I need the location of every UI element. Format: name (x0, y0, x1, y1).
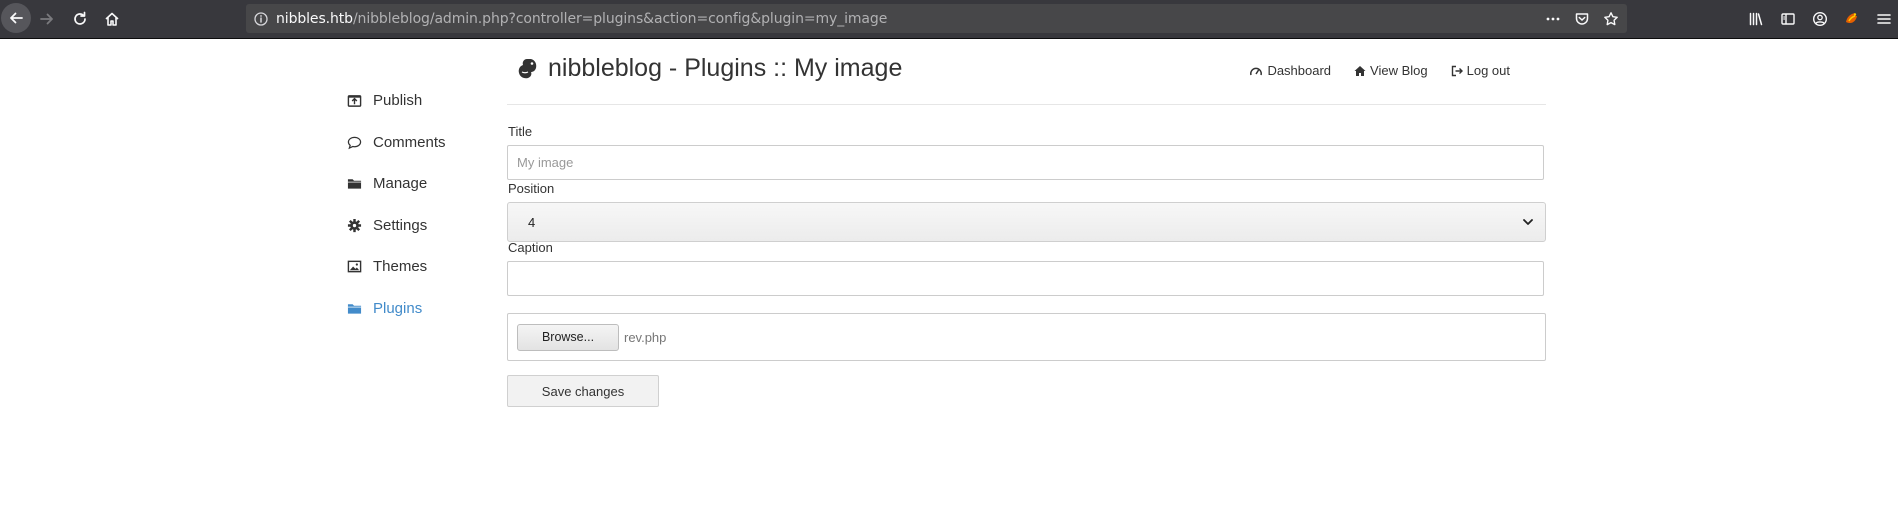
caption-input[interactable] (507, 261, 1544, 296)
main-content: nibbleblog - Plugins :: My image Dashboa… (507, 52, 1546, 407)
reload-icon (74, 11, 86, 25)
sidebar-item-themes[interactable]: Themes (346, 246, 496, 288)
pocket-icon (1575, 12, 1589, 25)
page-title-text: nibbleblog - Plugins :: My image (548, 54, 903, 82)
sidebar-item-label: Settings (373, 216, 428, 234)
image-file-input[interactable]: Browse... rev.php (507, 313, 1546, 361)
site-info-icon[interactable] (254, 11, 268, 26)
publish-icon (346, 93, 362, 109)
url-path: /nibbleblog/admin.php?controller=plugins… (352, 10, 888, 27)
header-nav: Dashboard View Blog Log out (1226, 63, 1510, 78)
sidebar-item-plugins[interactable]: Plugins (346, 288, 496, 330)
selected-file-name: rev.php (624, 329, 667, 345)
sidebar-item-label: Plugins (373, 299, 423, 317)
library-icon (1749, 12, 1763, 26)
sidebar-item-publish[interactable]: Publish (346, 80, 496, 122)
reload-button[interactable] (66, 5, 94, 33)
logout-icon (1451, 65, 1463, 76)
dashboard-icon (1250, 67, 1263, 75)
logout-link-label: Log out (1466, 63, 1510, 78)
gear-icon (346, 217, 362, 233)
sidebar-item-label: Publish (373, 92, 423, 110)
admin-sidebar: Publish Comments Manage Settings Themes … (346, 80, 496, 329)
url-text: nibbles.htb/nibbleblog/admin.php?control… (276, 11, 887, 27)
title-input[interactable] (507, 145, 1544, 180)
pocket-button[interactable] (1569, 6, 1595, 32)
extension-icon (1846, 13, 1857, 24)
home-button[interactable] (98, 5, 126, 33)
chevron-down-icon (1523, 219, 1533, 225)
toolbar-right-tools (1740, 5, 1898, 33)
menu-icon (1877, 14, 1891, 24)
sidebar-item-label: Manage (373, 175, 428, 193)
page-actions-button[interactable] (1540, 6, 1566, 32)
url-actions (1540, 4, 1627, 33)
home-icon (1354, 65, 1366, 76)
sidebar-item-comments[interactable]: Comments (346, 122, 496, 164)
position-label: Position (508, 181, 555, 196)
forward-button[interactable] (33, 5, 61, 33)
library-button[interactable] (1740, 5, 1772, 33)
back-button[interactable] (1, 3, 31, 33)
page-actions-icon (1546, 17, 1560, 20)
home-icon (105, 12, 119, 26)
position-select[interactable]: 4 (507, 202, 1546, 242)
url-bar[interactable]: nibbles.htb/nibbleblog/admin.php?control… (246, 4, 1627, 33)
account-icon (1812, 11, 1828, 27)
sidebar-item-manage[interactable]: Manage (346, 163, 496, 205)
comment-icon (346, 134, 362, 150)
folder-icon (346, 300, 362, 316)
caption-label: Caption (508, 240, 553, 255)
save-changes-button[interactable]: Save changes (507, 375, 659, 407)
sidebar-item-settings[interactable]: Settings (346, 205, 496, 247)
extension-button[interactable] (1836, 5, 1868, 33)
browse-button[interactable]: Browse... (517, 323, 619, 351)
browser-toolbar: nibbles.htb/nibbleblog/admin.php?control… (0, 0, 1898, 39)
account-button[interactable] (1804, 5, 1836, 33)
title-label: Title (508, 124, 533, 139)
menu-button[interactable] (1868, 5, 1898, 33)
sidebar-item-label: Themes (373, 258, 428, 276)
image-icon (346, 259, 362, 275)
dashboard-link-label: Dashboard (1267, 63, 1332, 78)
url-host: nibbles.htb (276, 10, 353, 27)
bookmark-button[interactable] (1598, 6, 1624, 32)
bookmark-star-icon (1604, 11, 1618, 25)
nibbleblog-logo-icon (518, 58, 537, 78)
page-header: nibbleblog - Plugins :: My image Dashboa… (507, 52, 1546, 105)
position-selected-value: 4 (528, 214, 536, 230)
page-title: nibbleblog - Plugins :: My image (516, 54, 902, 83)
view-blog-link[interactable]: View Blog (1354, 63, 1428, 78)
sidebar-item-label: Comments (373, 133, 446, 151)
forward-icon (40, 13, 53, 25)
sidebar-icon (1781, 13, 1795, 25)
dashboard-link[interactable]: Dashboard (1249, 63, 1331, 78)
folder-icon (346, 176, 362, 192)
view-blog-link-label: View Blog (1370, 63, 1428, 78)
logout-link[interactable]: Log out (1451, 63, 1510, 78)
sidebar-button[interactable] (1772, 5, 1804, 33)
back-icon (10, 12, 23, 24)
